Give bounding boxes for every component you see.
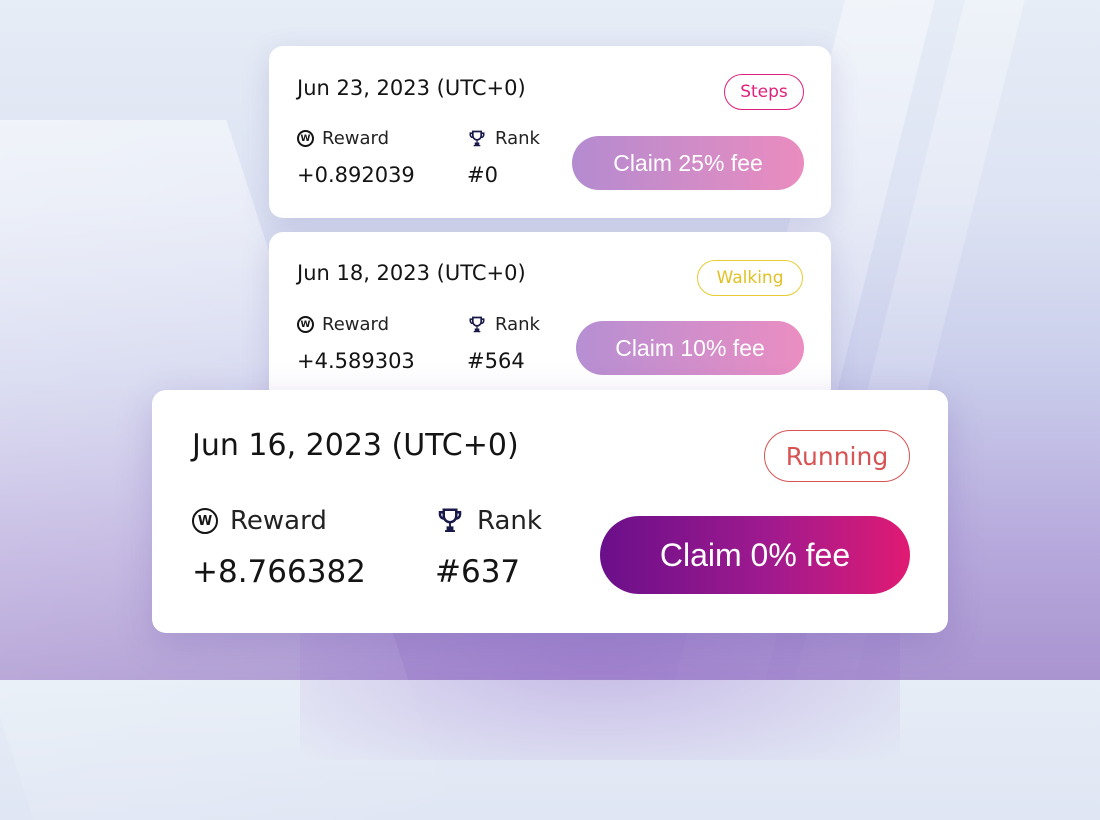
reward-label: Reward xyxy=(322,128,390,149)
rank-label: Rank xyxy=(495,128,540,149)
w-coin-icon: W xyxy=(297,316,314,333)
rank-label-row: Rank xyxy=(435,506,542,536)
claim-fee-button[interactable]: Claim 10% fee xyxy=(576,321,804,375)
rank-label: Rank xyxy=(477,506,542,536)
card-date: Jun 18, 2023 (UTC+0) xyxy=(297,261,526,285)
rank-label: Rank xyxy=(495,314,540,335)
activity-card-walking: Jun 18, 2023 (UTC+0) Walking W Reward Ra… xyxy=(269,232,831,402)
reward-label: Reward xyxy=(322,314,390,335)
reward-value: +4.589303 xyxy=(297,349,415,373)
card-date: Jun 16, 2023 (UTC+0) xyxy=(192,428,519,463)
reward-value: +8.766382 xyxy=(192,554,366,590)
reward-label: Reward xyxy=(230,506,327,536)
w-coin-icon: W xyxy=(297,130,314,147)
card-date: Jun 23, 2023 (UTC+0) xyxy=(297,76,526,100)
trophy-icon xyxy=(467,129,487,149)
reward-label-row: W Reward xyxy=(297,128,389,149)
trophy-icon xyxy=(435,506,465,536)
activity-card-steps: Jun 23, 2023 (UTC+0) Steps W Reward Rank… xyxy=(269,46,831,218)
claim-fee-button[interactable]: Claim 0% fee xyxy=(600,516,910,594)
rank-label-row: Rank xyxy=(467,128,540,149)
rank-value: #564 xyxy=(467,349,525,373)
activity-card-running: Jun 16, 2023 (UTC+0) Running W Reward Ra… xyxy=(152,390,948,633)
w-coin-icon: W xyxy=(192,508,218,534)
trophy-icon xyxy=(467,315,487,335)
reward-value: +0.892039 xyxy=(297,163,415,187)
claim-fee-button[interactable]: Claim 25% fee xyxy=(572,136,804,190)
rank-label-row: Rank xyxy=(467,314,540,335)
rank-value: #637 xyxy=(435,554,521,590)
activity-tag-walking: Walking xyxy=(697,260,803,296)
reward-label-row: W Reward xyxy=(297,314,389,335)
rank-value: #0 xyxy=(467,163,498,187)
reward-label-row: W Reward xyxy=(192,506,327,536)
activity-tag-running: Running xyxy=(764,430,910,482)
activity-tag-steps: Steps xyxy=(724,74,804,110)
